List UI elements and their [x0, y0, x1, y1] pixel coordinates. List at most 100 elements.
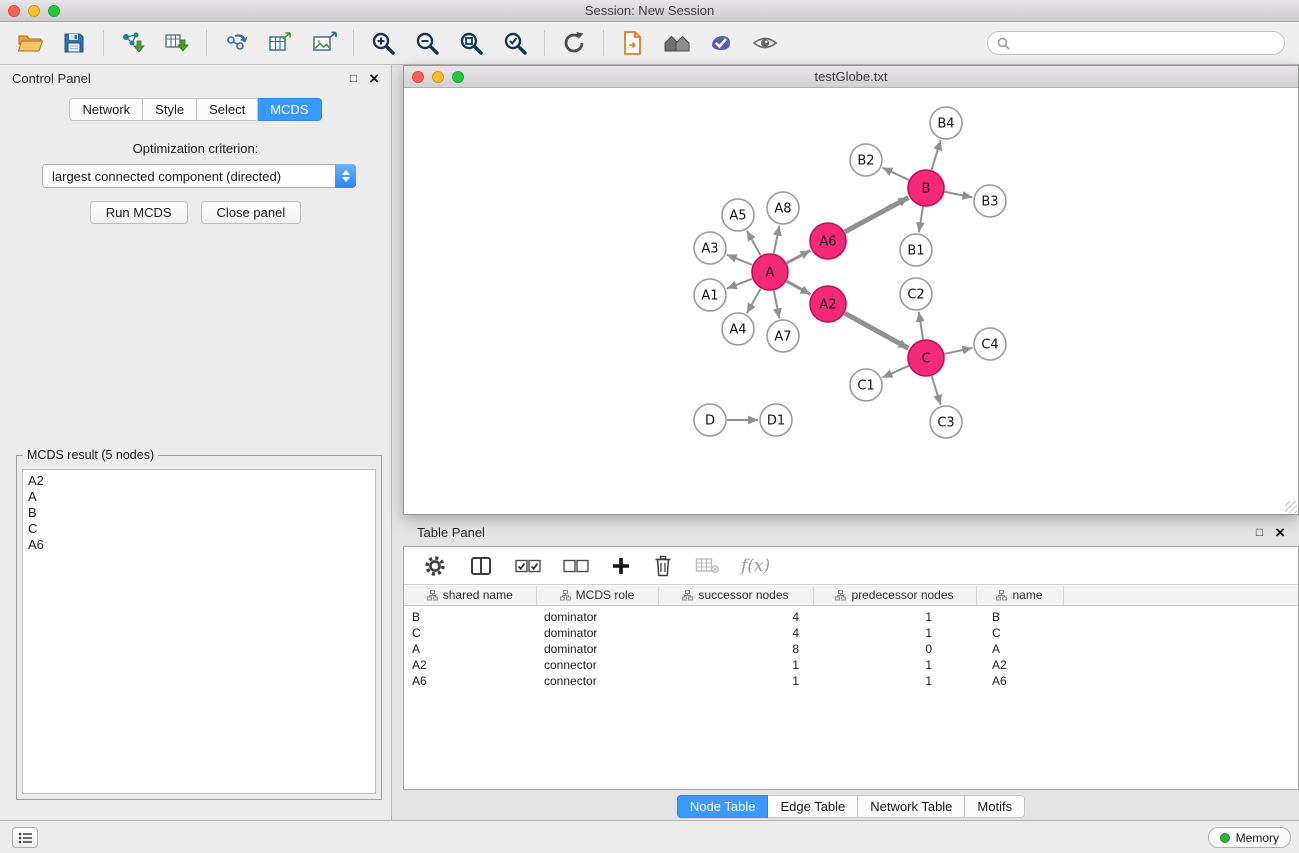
tab-mcds[interactable]: MCDS — [258, 98, 321, 121]
graph-node-A1[interactable]: A1 — [694, 279, 726, 311]
column-header-name[interactable]: name — [976, 586, 1063, 605]
graph-edge-A-A3[interactable] — [727, 255, 753, 265]
graph-edge-A-A5[interactable] — [747, 231, 761, 256]
close-table-panel-icon[interactable]: × — [1275, 524, 1285, 541]
mcds-result-item[interactable]: A2 — [28, 473, 370, 489]
graph-edge-A-A6[interactable] — [787, 250, 811, 263]
tab-style[interactable]: Style — [143, 98, 197, 121]
network-home-button[interactable] — [657, 25, 697, 61]
mcds-result-item[interactable]: A6 — [28, 537, 370, 553]
search-box[interactable] — [987, 31, 1285, 55]
add-row-button[interactable] — [611, 556, 631, 576]
export-table-button[interactable] — [260, 25, 300, 61]
graph-edge-A-A2[interactable] — [787, 281, 811, 294]
mcds-result-list[interactable]: A2ABCA6 — [22, 469, 376, 794]
network-graph[interactable]: B4B2BB3A5A8A6B1A3AA1C2A2A4A7C4CC1C3DD1 — [404, 89, 1298, 514]
graph-edge-C-C4[interactable] — [945, 348, 973, 354]
graph-node-A6[interactable]: A6 — [810, 223, 846, 259]
open-session-file-button[interactable] — [613, 25, 653, 61]
import-network-button[interactable] — [113, 25, 153, 61]
zoom-out-button[interactable] — [407, 25, 447, 61]
graph-node-A2[interactable]: A2 — [810, 286, 846, 322]
graph-node-B4[interactable]: B4 — [930, 107, 962, 139]
network-window-titlebar[interactable]: testGlobe.txt — [404, 66, 1298, 88]
graph-edge-B-B3[interactable] — [945, 192, 973, 198]
graph-node-B2[interactable]: B2 — [850, 144, 882, 176]
graph-edge-A2-C[interactable] — [845, 313, 909, 348]
network-canvas[interactable]: B4B2BB3A5A8A6B1A3AA1C2A2A4A7C4CC1C3DD1 — [404, 89, 1298, 514]
graph-node-C1[interactable]: C1 — [850, 369, 882, 401]
optimization-select[interactable]: largest connected component (directed) — [42, 164, 356, 188]
mcds-result-item[interactable]: B — [28, 505, 370, 521]
graph-node-B1[interactable]: B1 — [900, 234, 932, 266]
refresh-layout-button[interactable] — [554, 25, 594, 61]
graph-edge-B-B2[interactable] — [882, 168, 908, 180]
task-history-button[interactable] — [12, 827, 38, 848]
window-titlebar[interactable]: Session: New Session — [0, 0, 1299, 22]
graph-edge-A-A8[interactable] — [774, 226, 780, 254]
tab-network-table[interactable]: Network Table — [858, 795, 965, 818]
graph-node-A[interactable]: A — [752, 254, 788, 290]
delete-row-button[interactable] — [653, 555, 673, 577]
graph-edge-A6-B[interactable] — [845, 198, 909, 232]
mcds-result-item[interactable]: A — [28, 489, 370, 505]
zoom-in-button[interactable] — [363, 25, 403, 61]
graph-node-A4[interactable]: A4 — [722, 313, 754, 345]
function-builder-button[interactable]: f(x) — [741, 556, 770, 576]
zoom-selected-button[interactable] — [495, 25, 535, 61]
open-folder-button[interactable] — [10, 25, 50, 61]
float-table-panel-icon[interactable]: □ — [1256, 526, 1263, 538]
apply-check-button[interactable] — [701, 25, 741, 61]
node-table[interactable]: shared nameMCDS rolesuccessor nodesprede… — [404, 586, 1298, 789]
column-header-predecessor-nodes[interactable]: predecessor nodes — [813, 586, 976, 605]
graph-edge-A-A1[interactable] — [727, 279, 752, 289]
graph-node-B3[interactable]: B3 — [974, 185, 1006, 217]
graph-node-B[interactable]: B — [908, 170, 944, 206]
close-panel-icon[interactable]: × — [369, 70, 379, 87]
window-resize-grip[interactable] — [1285, 501, 1297, 513]
export-image-button[interactable] — [304, 25, 344, 61]
column-header-successor-nodes[interactable]: successor nodes — [658, 586, 813, 605]
graph-node-A5[interactable]: A5 — [722, 199, 754, 231]
graph-node-A3[interactable]: A3 — [694, 232, 726, 264]
graph-node-C3[interactable]: C3 — [930, 406, 962, 438]
show-columns-button[interactable] — [469, 555, 493, 577]
tab-edge-table[interactable]: Edge Table — [768, 795, 858, 818]
table-settings-button[interactable] — [423, 554, 447, 578]
column-header-shared-name[interactable]: shared name — [404, 586, 536, 605]
float-panel-icon[interactable]: □ — [350, 72, 357, 84]
save-session-button[interactable] — [54, 25, 94, 61]
table-row[interactable]: A6connector11A6 — [404, 673, 1298, 689]
zoom-fit-button[interactable] — [451, 25, 491, 61]
memory-button[interactable]: Memory — [1208, 827, 1291, 848]
deselect-all-button[interactable] — [563, 559, 589, 573]
graph-node-D1[interactable]: D1 — [760, 404, 792, 436]
graph-edge-C-C2[interactable] — [919, 312, 923, 339]
graph-edge-A-A4[interactable] — [747, 289, 761, 314]
run-mcds-button[interactable]: Run MCDS — [90, 201, 188, 224]
import-table-button[interactable] — [157, 25, 197, 61]
close-panel-button[interactable]: Close panel — [201, 201, 302, 224]
tab-select[interactable]: Select — [197, 98, 258, 121]
table-row[interactable]: A2connector11A2 — [404, 657, 1298, 673]
graph-edge-B-B1[interactable] — [919, 207, 923, 232]
tab-network[interactable]: Network — [69, 98, 143, 121]
table-row[interactable]: Adominator80A — [404, 641, 1298, 657]
tab-motifs[interactable]: Motifs — [965, 795, 1025, 818]
table-row[interactable]: Bdominator41B — [404, 605, 1298, 625]
column-header-mcds-role[interactable]: MCDS role — [536, 586, 658, 605]
graph-edge-C-C1[interactable] — [882, 366, 908, 378]
graph-node-C4[interactable]: C4 — [974, 328, 1006, 360]
export-network-button[interactable] — [216, 25, 256, 61]
graph-node-D[interactable]: D — [694, 404, 726, 436]
mcds-result-item[interactable]: C — [28, 521, 370, 537]
tab-node-table[interactable]: Node Table — [677, 795, 769, 818]
graph-node-C[interactable]: C — [908, 340, 944, 376]
select-all-button[interactable] — [515, 559, 541, 573]
graph-edge-A-A7[interactable] — [774, 291, 780, 319]
graph-edge-B-B4[interactable] — [932, 140, 941, 170]
graph-node-A7[interactable]: A7 — [767, 320, 799, 352]
search-input[interactable] — [1016, 33, 1284, 53]
table-row[interactable]: Cdominator41C — [404, 625, 1298, 641]
graph-node-A8[interactable]: A8 — [767, 192, 799, 224]
